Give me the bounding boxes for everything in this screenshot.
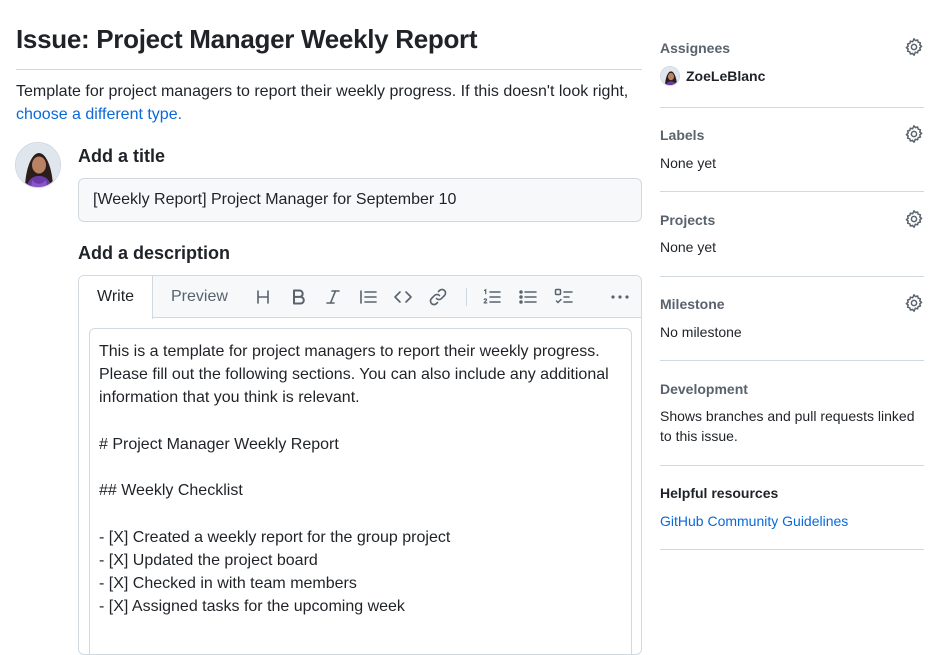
sidebar-divider <box>660 276 924 277</box>
more-icon[interactable] <box>609 286 631 308</box>
milestone-gear-icon[interactable] <box>904 293 924 313</box>
milestone-value: No milestone <box>660 324 742 340</box>
milestone-heading: Milestone <box>660 296 725 312</box>
author-avatar <box>15 142 61 188</box>
development-heading: Development <box>660 381 748 397</box>
add-description-label: Add a description <box>78 243 231 263</box>
description-line: - [X] Assigned tasks for the upcoming we… <box>99 598 405 616</box>
add-title-label: Add a title <box>78 146 166 166</box>
title-divider <box>16 69 642 70</box>
description-line: # Project Manager Weekly Report <box>99 435 339 453</box>
description-line <box>99 502 622 525</box>
sidebar-divider <box>660 549 924 550</box>
numbered-list-icon[interactable] <box>481 286 503 308</box>
choose-different-type-link[interactable]: choose a different type. <box>16 106 182 123</box>
assignees-heading: Assignees <box>660 40 731 56</box>
tab-write[interactable]: Write <box>79 276 153 319</box>
template-note: Template for project managers to report … <box>16 80 646 126</box>
task-list-icon[interactable] <box>553 286 575 308</box>
description-line: - [X] Updated the project board <box>99 551 318 569</box>
bold-icon[interactable] <box>287 286 309 308</box>
sidebar-divider <box>660 360 924 361</box>
description-textarea[interactable]: This is a template for project managers … <box>89 328 632 654</box>
projects-gear-icon[interactable] <box>904 209 924 229</box>
heading-icon[interactable] <box>252 286 274 308</box>
labels-gear-icon[interactable] <box>904 124 924 144</box>
assignees-gear-icon[interactable] <box>904 37 924 57</box>
description-line <box>99 456 622 479</box>
quote-icon[interactable] <box>357 286 379 308</box>
toolbar-divider <box>466 288 467 306</box>
bulleted-list-icon[interactable] <box>517 286 539 308</box>
description-line: Please fill out the following sections. … <box>99 366 609 384</box>
description-line: ## Weekly Checklist <box>99 482 243 500</box>
description-line <box>99 410 622 433</box>
template-note-text: Template for project managers to report … <box>16 83 629 100</box>
development-line: to this issue. <box>660 428 738 444</box>
sidebar-divider <box>660 191 924 192</box>
tab-preview[interactable]: Preview <box>153 276 246 318</box>
assignee-name: ZoeLeBlanc <box>686 68 766 84</box>
description-line: This is a template for project managers … <box>99 343 600 360</box>
description-editor: Write Preview This is a template for pro… <box>78 275 642 655</box>
editor-toolbar: Write Preview <box>79 276 641 319</box>
development-description: Shows branches and pull requests linked … <box>660 406 915 446</box>
assignee-avatar <box>660 66 680 86</box>
labels-heading: Labels <box>660 127 705 143</box>
community-guidelines-link[interactable]: GitHub Community Guidelines <box>660 511 848 531</box>
projects-heading: Projects <box>660 212 716 228</box>
assignee-item[interactable]: ZoeLeBlanc <box>660 66 765 86</box>
sidebar-divider <box>660 465 924 466</box>
sidebar-divider <box>660 107 924 108</box>
helpful-resources-heading: Helpful resources <box>660 485 779 501</box>
link-icon[interactable] <box>427 286 449 308</box>
labels-value: None yet <box>660 155 717 171</box>
projects-value: None yet <box>660 239 717 255</box>
title-input[interactable] <box>78 178 642 222</box>
page-title: Issue: Project Manager Weekly Report <box>16 24 478 54</box>
description-line: - [X] Created a weekly report for the gr… <box>99 528 451 546</box>
italic-icon[interactable] <box>322 286 344 308</box>
development-line: Shows branches and pull requests linked <box>660 408 915 424</box>
description-line: - [X] Checked in with team members <box>99 574 357 592</box>
description-line: information that you think is relevant. <box>99 389 360 407</box>
code-icon[interactable] <box>392 286 414 308</box>
